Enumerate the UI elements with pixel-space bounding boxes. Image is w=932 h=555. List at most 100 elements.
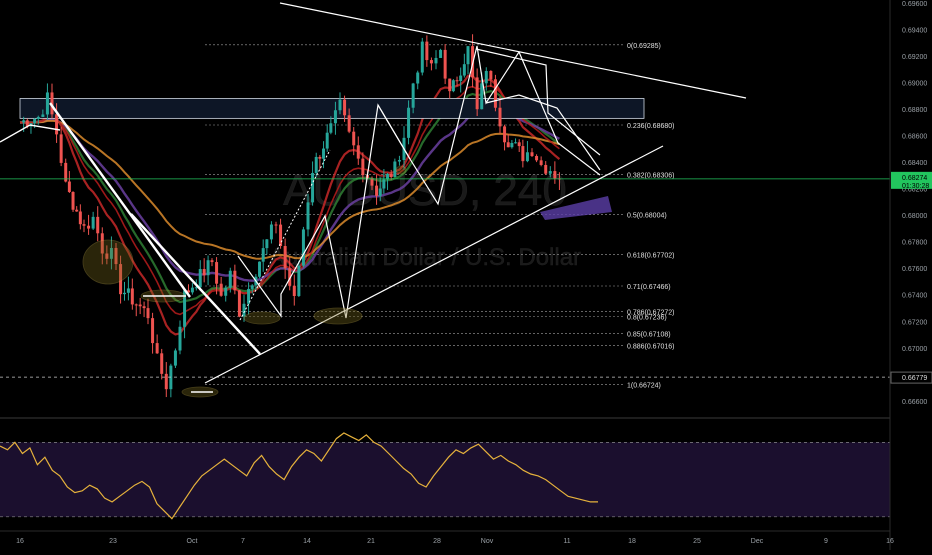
candle-body (525, 152, 529, 162)
price-tick-label: 0.69200 (902, 54, 927, 61)
fib-retracement[interactable]: 0(0.69285)0.236(0.68680)0.382(0.68306)0.… (205, 43, 674, 390)
highlight-ellipse-1 (82, 239, 134, 285)
candle-body (138, 304, 142, 307)
candle-body (215, 262, 219, 284)
candle-body (178, 326, 182, 351)
time-tick-label: 16 (886, 538, 894, 545)
candle-body (517, 142, 521, 147)
time-tick-label: 23 (109, 538, 117, 545)
fib-level-label: 1(0.66724) (627, 382, 661, 389)
candle-body (480, 83, 484, 110)
candle-body (33, 119, 37, 124)
candle-body (311, 172, 315, 203)
candle-body (378, 188, 382, 196)
price-tick-label: 0.68800 (902, 107, 927, 114)
highlight-ellipse-6 (395, 165, 407, 175)
rsi-panel: 80.0060.0040.00 (0, 417, 920, 520)
left-trendline (0, 124, 31, 143)
time-axis[interactable]: 16 23 Oct 7 14 21 28 Nov 11 18 25 Dec 9 16 (0, 530, 894, 545)
candle-body (71, 191, 75, 210)
fib-level-label: 0(0.69285) (627, 43, 661, 50)
rsi-band (0, 442, 890, 517)
candle-body (219, 283, 223, 296)
candle-body (338, 99, 342, 111)
candle-body (475, 77, 479, 110)
candle-body (347, 115, 351, 132)
candle-body (510, 142, 514, 148)
highlight-ellipse-3 (243, 311, 281, 325)
fib-level-label: 0.886(0.67016) (627, 344, 674, 351)
candle-body (292, 285, 296, 296)
time-tick-label: 16 (16, 538, 24, 545)
candle-body (297, 265, 301, 296)
time-tick-label: Oct (187, 538, 198, 545)
candle-body (190, 287, 194, 293)
fib-level-label: 0.618(0.67702) (627, 253, 674, 260)
candle-body (173, 350, 177, 366)
candle-body (146, 308, 150, 319)
price-tick-label: 0.69000 (902, 81, 927, 88)
candle-body (382, 179, 386, 189)
candle-body (164, 373, 168, 390)
price-chart[interactable]: AUDUSD, 240 Australian Dollar / U.S. Dol… (0, 0, 932, 550)
time-tick-label: Dec (751, 538, 764, 545)
candle-body (75, 209, 79, 212)
candle-body (333, 110, 337, 124)
candle-body (55, 114, 59, 135)
price-tick-label: 0.67200 (902, 319, 927, 326)
time-tick-label: 21 (367, 538, 375, 545)
candle-body (306, 202, 310, 230)
candle-body (322, 148, 326, 159)
fib-level-label: 0.85(0.67108) (627, 331, 671, 338)
candle-body (370, 178, 374, 186)
candle-body (462, 64, 466, 76)
candle-body (126, 288, 130, 293)
candle-body (151, 318, 155, 344)
candle-body (329, 123, 333, 133)
highlight-ellipse-4 (313, 307, 363, 325)
candle-body (361, 158, 365, 176)
price-tick-label: 0.67800 (902, 240, 927, 247)
time-tick-label: 7 (241, 538, 245, 545)
price-tick-label: 0.68400 (902, 160, 927, 167)
candle-body (443, 49, 447, 79)
symbol-watermark-text: AUDUSD, 240 (283, 166, 567, 215)
current-price-label: 0.68274 (902, 175, 927, 182)
candle-body (96, 216, 100, 234)
chart-root[interactable]: AUDUSD, 240 Australian Dollar / U.S. Dol… (0, 0, 932, 550)
candle-body (459, 75, 463, 82)
candle-body (258, 261, 262, 277)
time-tick-label: 14 (303, 538, 311, 545)
time-tick-label: 11 (563, 538, 570, 545)
candle-body (448, 78, 452, 92)
falling-trendline-2 (130, 213, 261, 355)
candle-body (233, 270, 237, 291)
candle-body (407, 107, 411, 138)
candle-body (78, 211, 82, 225)
candle-body (503, 126, 507, 143)
candle-body (439, 49, 443, 58)
price-axis[interactable]: 0.69600 0.69400 0.69200 0.69000 0.68800 0.686… (889, 0, 932, 550)
candle-body (198, 269, 202, 288)
dotted-level-label: 0.66779 (902, 375, 927, 382)
price-tick-label: 0.69400 (902, 28, 927, 35)
candle-body (420, 41, 424, 73)
candle-body (389, 174, 393, 177)
candle-body (87, 225, 91, 229)
countdown-label: 01:30:28 (902, 183, 929, 190)
candle-body (375, 185, 379, 196)
candle-body (356, 145, 360, 159)
candle-body (506, 142, 510, 148)
upper-trendline (279, 2, 747, 99)
fib-level-label: 0.71(0.67466) (627, 284, 671, 291)
candle-body (269, 224, 273, 240)
price-tick-label: 0.68600 (902, 134, 927, 141)
candle-body (521, 146, 525, 162)
candle-body (498, 107, 502, 127)
candle-body (434, 57, 438, 64)
candle-body (544, 164, 548, 174)
candle-body (130, 288, 134, 305)
fib-level-label: 0.8(0.67236) (627, 314, 667, 321)
candle-body (242, 303, 246, 317)
candle-body (45, 92, 49, 115)
